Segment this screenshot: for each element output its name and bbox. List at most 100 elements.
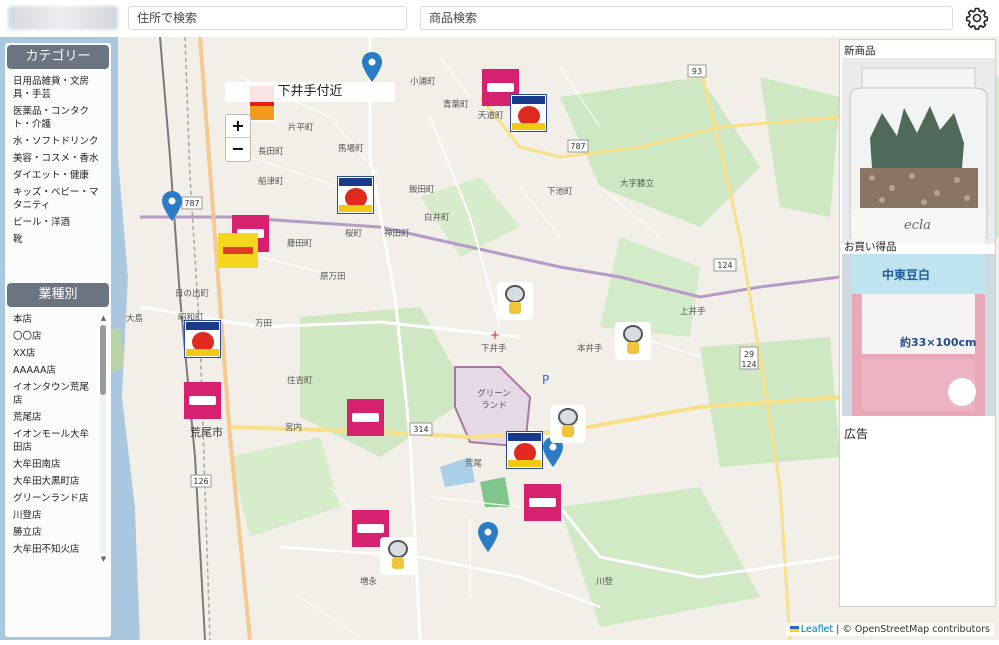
svg-text:126: 126 (193, 477, 208, 486)
new-product-image[interactable]: ecla (842, 58, 995, 244)
business-item[interactable]: 大牟田大黒町店 (5, 473, 97, 490)
category-heading: カテゴリー (7, 45, 109, 69)
cosmos-store-marker[interactable] (184, 382, 221, 419)
business-item[interactable]: 川登店 (5, 507, 97, 524)
cosmos-store-marker[interactable] (524, 484, 561, 521)
zoom-out-button[interactable]: − (226, 138, 250, 161)
kurita-drug-marker[interactable] (184, 320, 221, 358)
business-item[interactable]: イオンモール大牟田店 (5, 426, 97, 456)
scrollbar-thumb[interactable] (100, 325, 106, 395)
new-product-brand-text: ecla (904, 218, 931, 233)
business-item[interactable]: グリーンランド店 (5, 490, 97, 507)
place-label-masunaga: 増永 (360, 577, 378, 587)
right-panel: 新商品 ecla お買い得品 中東豆白 約33×100cm 広告 (839, 39, 996, 607)
place-label-shimoike: 下池町 (547, 187, 573, 197)
ad-label: 広告 (844, 427, 869, 441)
map-pin-4[interactable] (478, 522, 498, 552)
place-label-ooshima: 大島 (126, 314, 144, 324)
place-label-kawanobori: 川登 (596, 577, 614, 587)
svg-text:787: 787 (184, 199, 199, 208)
place-label-kourra: 小浦町 (410, 77, 436, 87)
category-item[interactable]: 水・ソフトドリンク (5, 133, 111, 150)
product-search-input[interactable] (420, 6, 953, 30)
map-pin-1[interactable] (362, 52, 382, 82)
place-label-sakura: 桜町 (345, 229, 363, 239)
location-label: 下井手付近 (225, 82, 395, 102)
leaflet-link[interactable]: Leaflet (801, 624, 833, 635)
category-item[interactable]: 靴 (5, 231, 111, 248)
business-list-scrollbar[interactable]: ▲ ▼ (100, 315, 107, 563)
zoom-in-button[interactable]: + (226, 115, 250, 138)
mascot-marker[interactable] (550, 405, 586, 443)
place-label-amado: 天道町 (478, 111, 504, 121)
category-item[interactable]: ダイエット・健康 (5, 167, 111, 184)
business-item[interactable]: 大牟田南店 (5, 456, 97, 473)
place-label-motoide: 本井手 (577, 344, 603, 354)
svg-text:93: 93 (692, 67, 702, 76)
mascot-marker[interactable] (497, 282, 533, 320)
svg-text:124: 124 (741, 360, 756, 369)
place-label-kamide: 上井手 (680, 307, 706, 317)
kurita-drug-marker[interactable] (337, 176, 374, 214)
place-label-kanda: 神田町 (384, 229, 410, 239)
address-search-input[interactable] (128, 6, 407, 30)
business-item[interactable]: 勝立店 (5, 524, 97, 541)
zoom-control: + − (225, 114, 251, 162)
svg-text:787: 787 (570, 142, 585, 151)
new-products-label: 新商品 (844, 45, 876, 57)
ukraine-flag-icon (789, 626, 799, 632)
place-label-greenland: グリーン ランド (477, 389, 511, 411)
category-item[interactable]: ビール・洋酒 (5, 214, 111, 231)
place-label-shirai: 白井町 (424, 213, 450, 223)
place-label-miyauchi: 宮内 (285, 423, 303, 433)
deal-product-image[interactable]: 中東豆白 約33×100cm (842, 254, 995, 416)
category-item[interactable]: キッズ・ベビー・マタニティ (5, 184, 111, 214)
top-bar (0, 0, 999, 37)
gear-icon[interactable] (965, 6, 989, 30)
osm-credit: | © OpenStreetMap contributors (836, 624, 990, 635)
business-item[interactable]: AAAAA店 (5, 362, 97, 379)
svg-text:124: 124 (717, 261, 732, 270)
category-list: 日用品雑貨・文房具・手芸 医薬品・コンタクト・介護 水・ソフトドリンク 美容・コ… (5, 73, 111, 281)
sidebar: カテゴリー 日用品雑貨・文房具・手芸 医薬品・コンタクト・介護 水・ソフトドリン… (5, 43, 111, 637)
category-item[interactable]: 美容・コスメ・香水 (5, 150, 111, 167)
kurita-drug-marker[interactable] (510, 94, 547, 132)
place-label-haramanda: 原万田 (320, 272, 346, 282)
place-label-katsudachi: 大字勝立 (620, 179, 655, 189)
place-label-funatsu: 船津町 (258, 177, 284, 187)
scroll-down-arrow-icon[interactable]: ▼ (100, 556, 107, 563)
business-item[interactable]: 大牟田不知火店 (5, 541, 97, 558)
mascot-marker[interactable] (380, 537, 416, 575)
yellow-store-marker[interactable] (218, 233, 258, 268)
category-item[interactable]: 日用品雑貨・文房具・手芸 (5, 73, 111, 103)
svg-text:29: 29 (744, 350, 754, 359)
business-item[interactable]: 〇〇店 (5, 328, 97, 345)
place-label-arao: 荒尾 (465, 459, 483, 469)
place-label-iida: 飯田町 (409, 185, 435, 195)
deals-label: お買い得品 (844, 241, 897, 253)
place-label-aoba: 青葉町 (443, 100, 469, 110)
business-heading: 業種別 (7, 283, 109, 307)
business-list: 本店 〇〇店 XX店 AAAAA店 イオンタウン荒尾店 荒尾店 イオンモール大牟… (5, 311, 97, 558)
business-item[interactable]: 荒尾店 (5, 409, 97, 426)
business-item[interactable]: 本店 (5, 311, 97, 328)
parking-icon: P (542, 373, 550, 387)
deal-image-size: 約33×100cm (900, 336, 977, 349)
svg-text:314: 314 (413, 425, 428, 434)
place-label-nagata: 長田町 (258, 147, 284, 157)
place-label-shimoide: 下井手 (481, 344, 507, 354)
kurita-drug-marker[interactable] (506, 431, 543, 469)
map-pin-2[interactable] (162, 191, 182, 221)
map-attribution: Leaflet | © OpenStreetMap contributors (785, 623, 994, 636)
cosmos-store-marker[interactable] (347, 399, 384, 436)
business-item[interactable]: XX店 (5, 345, 97, 362)
place-label-baba: 馬場町 (338, 144, 364, 154)
category-item[interactable]: 医薬品・コンタクト・介護 (5, 103, 111, 133)
place-label-arao-city: 荒尾市 (190, 426, 223, 439)
scroll-up-arrow-icon[interactable]: ▲ (100, 315, 107, 322)
place-label-fujita: 藤田町 (287, 239, 313, 249)
site-logo[interactable] (8, 6, 118, 30)
mascot-marker[interactable] (615, 322, 651, 360)
business-item[interactable]: イオンタウン荒尾店 (5, 379, 97, 409)
place-label-manda: 万田 (255, 319, 273, 329)
